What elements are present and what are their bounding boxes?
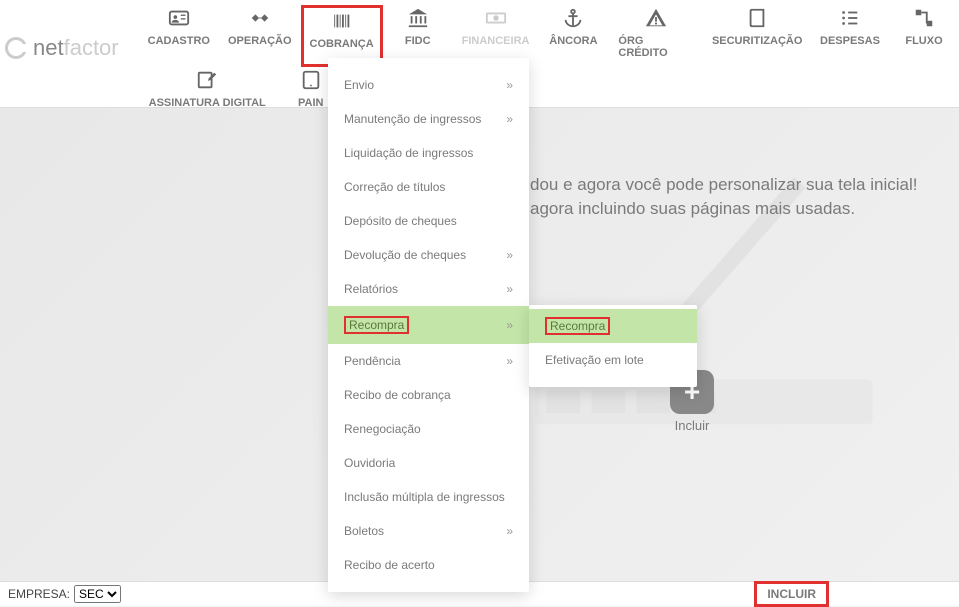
- chevron-right-icon: »: [506, 354, 513, 368]
- chevron-right-icon: »: [506, 78, 513, 92]
- cobranca-dropdown: Envio » Manutenção de ingressos » Liquidação…: [328, 58, 529, 592]
- money-icon: [485, 5, 507, 31]
- hero-line-2: agora incluindo suas páginas mais usadas…: [530, 199, 959, 219]
- nav-label: OPERAÇÃO: [228, 35, 292, 47]
- submenu-item-recompra[interactable]: Recompra: [529, 309, 697, 343]
- anchor-icon: [562, 5, 584, 31]
- dropdown-item-pend-ncia[interactable]: Pendência »: [328, 344, 529, 378]
- dropdown-item-inclus-o-m-ltipla-de-ingressos[interactable]: Inclusão múltipla de ingressos: [328, 480, 529, 514]
- dropdown-item-manuten--o-de-ingressos[interactable]: Manutenção de ingressos »: [328, 102, 529, 136]
- dropdown-item-ouvidoria[interactable]: Ouvidoria: [328, 446, 529, 480]
- chevron-right-icon: »: [506, 248, 513, 262]
- list-icon: [839, 5, 861, 31]
- dropdown-item-relat-rios[interactable]: Relatórios »: [328, 272, 529, 306]
- dropdown-item-liquida--o-de-ingressos[interactable]: Liquidação de ingressos: [328, 136, 529, 170]
- incluir-button[interactable]: INCLUIR: [754, 581, 829, 607]
- dropdown-item-label: Manutenção de ingressos: [344, 112, 481, 126]
- chevron-right-icon: »: [506, 524, 513, 538]
- submenu-item-efetiva--o-em-lote[interactable]: Efetivação em lote: [529, 343, 697, 377]
- dropdown-item-label: Recibo de acerto: [344, 558, 435, 572]
- book-icon: [746, 5, 768, 31]
- dropdown-item-label: Devolução de cheques: [344, 248, 466, 262]
- recompra-submenu: Recompra Efetivação em lote: [529, 305, 697, 387]
- handshake-icon: [249, 5, 271, 31]
- incluir-shortcut-label: Incluir: [675, 418, 710, 433]
- nav-label: PAIN: [298, 97, 323, 109]
- nav-label: SECURITIZAÇÃO: [712, 35, 802, 47]
- tablet-icon: [300, 67, 322, 93]
- nav-despesas[interactable]: DESPESAS: [811, 5, 889, 67]
- dropdown-item-label: Recibo de cobrança: [344, 388, 451, 402]
- nav-label: DESPESAS: [820, 35, 880, 47]
- dropdown-item-label: Inclusão múltipla de ingressos: [344, 490, 505, 504]
- warning-icon: [645, 5, 667, 31]
- dropdown-item-envio[interactable]: Envio »: [328, 68, 529, 102]
- dropdown-item-label: Correção de títulos: [344, 180, 445, 194]
- nav--ncora[interactable]: ÂNCORA: [538, 5, 608, 67]
- nav-label: ÓRG CRÉDITO: [618, 35, 693, 59]
- dropdown-item-recibo-de-cobran-a[interactable]: Recibo de cobrança: [328, 378, 529, 412]
- nav-label: ÂNCORA: [549, 35, 597, 47]
- logo-icon: [5, 37, 27, 59]
- nav-assinatura-digital[interactable]: ASSINATURA DIGITAL: [139, 67, 276, 117]
- dropdown-item-label: Boletos: [344, 524, 384, 538]
- dropdown-item-recibo-de-acerto[interactable]: Recibo de acerto: [328, 548, 529, 582]
- hero-text: dou e agora você pode personalizar sua t…: [530, 175, 959, 219]
- edit-icon: [196, 67, 218, 93]
- dropdown-item-label: Liquidação de ingressos: [344, 146, 473, 160]
- nav-label: FLUXO: [905, 35, 942, 47]
- chevron-right-icon: »: [506, 318, 513, 332]
- submenu-item-label: Efetivação em lote: [545, 353, 644, 367]
- dropdown-item-label: Renegociação: [344, 422, 421, 436]
- dropdown-item-boletos[interactable]: Boletos »: [328, 514, 529, 548]
- dropdown-item-label: Envio: [344, 78, 374, 92]
- dropdown-item-recompra[interactable]: Recompra »: [328, 306, 529, 344]
- dropdown-item-renegocia--o[interactable]: Renegociação: [328, 412, 529, 446]
- nav-label: ASSINATURA DIGITAL: [149, 97, 266, 109]
- empresa-label: EMPRESA:: [8, 587, 70, 601]
- dropdown-item-label: Depósito de cheques: [344, 214, 457, 228]
- logo: netfactor: [0, 5, 129, 61]
- dropdown-item-corre--o-de-t-tulos[interactable]: Correção de títulos: [328, 170, 529, 204]
- bank-icon: [407, 5, 429, 31]
- nav-opera--o[interactable]: OPERAÇÃO: [219, 5, 301, 67]
- dropdown-item-devolu--o-de-cheques[interactable]: Devolução de cheques »: [328, 238, 529, 272]
- nav-securitiza--o[interactable]: SECURITIZAÇÃO: [703, 5, 811, 67]
- dropdown-item-label: Recompra: [344, 316, 409, 334]
- id-card-icon: [168, 5, 190, 31]
- nav-items: CADASTRO OPERAÇÃO COBRANÇA FIDC FINANCEIRA ÂN…: [129, 5, 959, 117]
- barcode-icon: [331, 8, 353, 34]
- chevron-right-icon: »: [506, 112, 513, 126]
- dropdown-item-dep-sito-de-cheques[interactable]: Depósito de cheques: [328, 204, 529, 238]
- hero-line-1: dou e agora você pode personalizar sua t…: [530, 175, 959, 195]
- nav-label: CADASTRO: [148, 35, 210, 47]
- flow-icon: [913, 5, 935, 31]
- empresa-select[interactable]: SEC: [74, 585, 121, 603]
- nav-cadastro[interactable]: CADASTRO: [139, 5, 219, 67]
- nav-fluxo[interactable]: FLUXO: [889, 5, 959, 67]
- logo-text: netfactor: [33, 35, 119, 61]
- nav-label: FINANCEIRA: [462, 35, 530, 47]
- submenu-item-label: Recompra: [545, 317, 610, 335]
- nav-label: FIDC: [405, 35, 431, 47]
- dropdown-item-label: Relatórios: [344, 282, 398, 296]
- nav--rg-cr-dito[interactable]: ÓRG CRÉDITO: [608, 5, 703, 67]
- nav-label: COBRANÇA: [310, 38, 374, 50]
- dropdown-item-label: Pendência: [344, 354, 401, 368]
- dropdown-item-label: Ouvidoria: [344, 456, 395, 470]
- chevron-right-icon: »: [506, 282, 513, 296]
